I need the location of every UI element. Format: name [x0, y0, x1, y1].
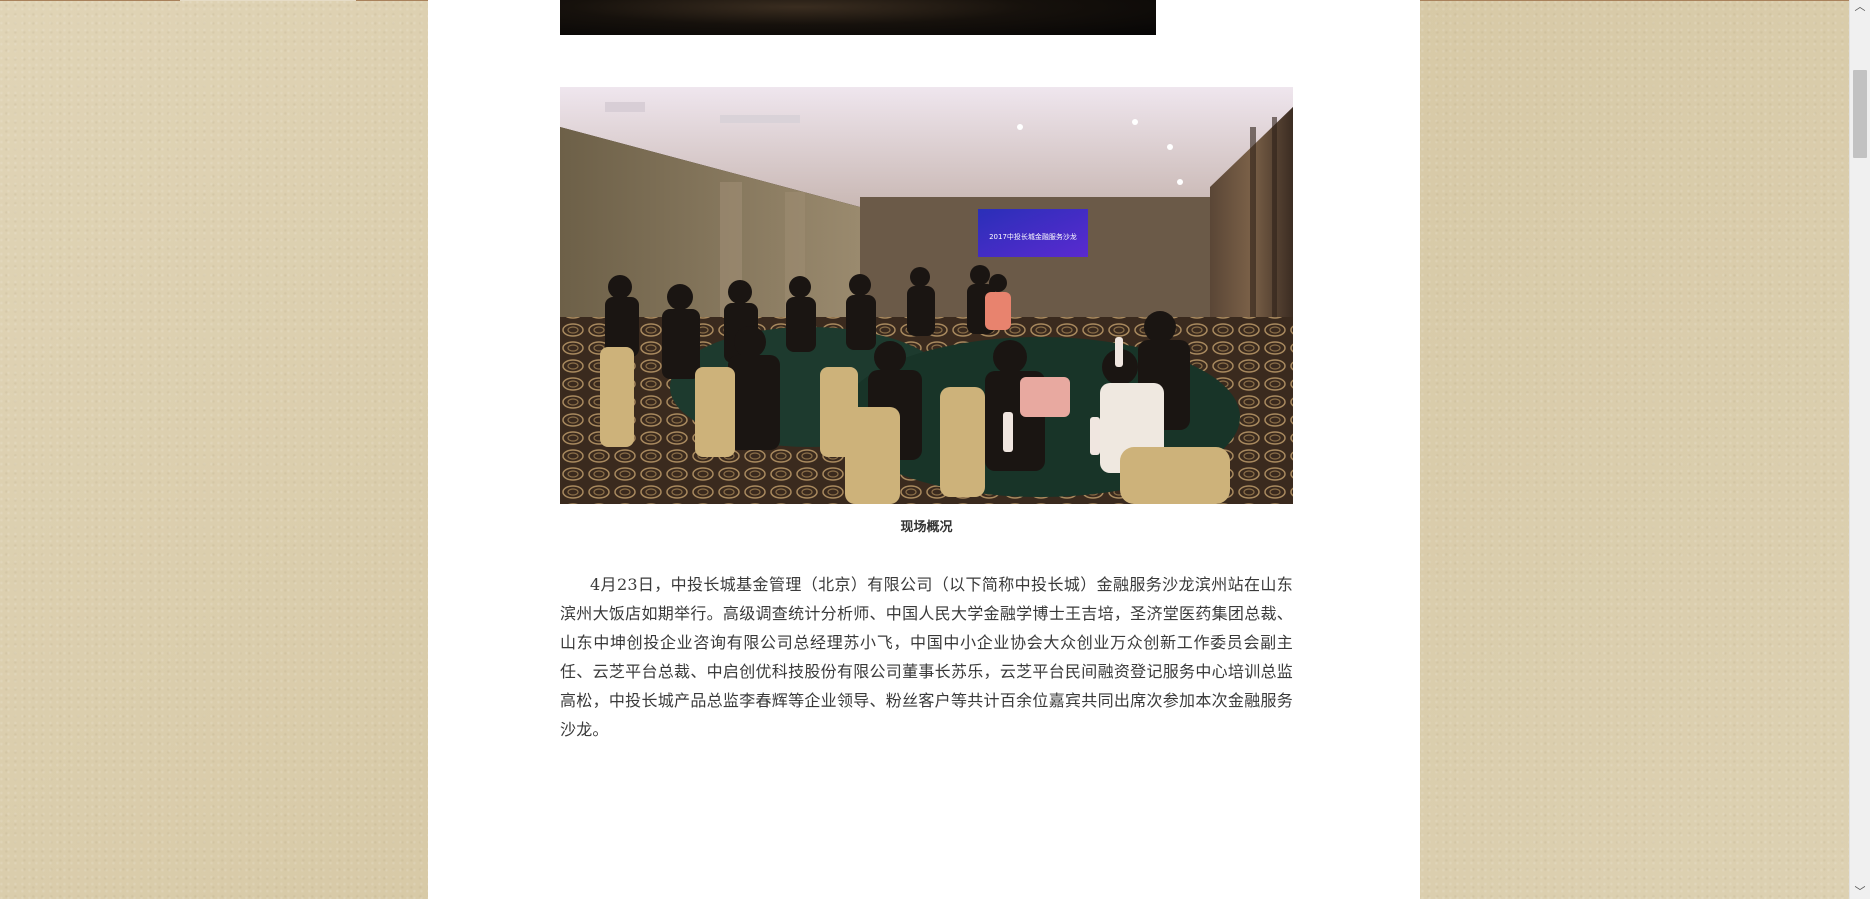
top-border-highlight — [180, 0, 356, 1]
chevron-down-icon[interactable]: ﹀ — [1850, 885, 1870, 899]
vertical-scrollbar[interactable]: ︿ ﹀ — [1849, 0, 1870, 899]
event-photo: 2017中投长城金融服务沙龙 — [560, 87, 1293, 504]
article-paper: 2017中投长城金融服务沙龙 现场概况 4月23日，中投长城基金管理（北京）有限… — [428, 0, 1420, 899]
chevron-up-icon[interactable]: ︿ — [1850, 0, 1870, 14]
svg-text:2017中投长城金融服务沙龙: 2017中投长城金融服务沙龙 — [989, 232, 1077, 241]
previous-photo-bottom — [560, 0, 1156, 35]
photo-caption: 现场概况 — [900, 520, 953, 535]
scrollbar-thumb[interactable] — [1853, 70, 1867, 158]
article-paragraph: 4月23日，中投长城基金管理（北京）有限公司（以下简称中投长城）金融服务沙龙滨州… — [560, 575, 1293, 739]
